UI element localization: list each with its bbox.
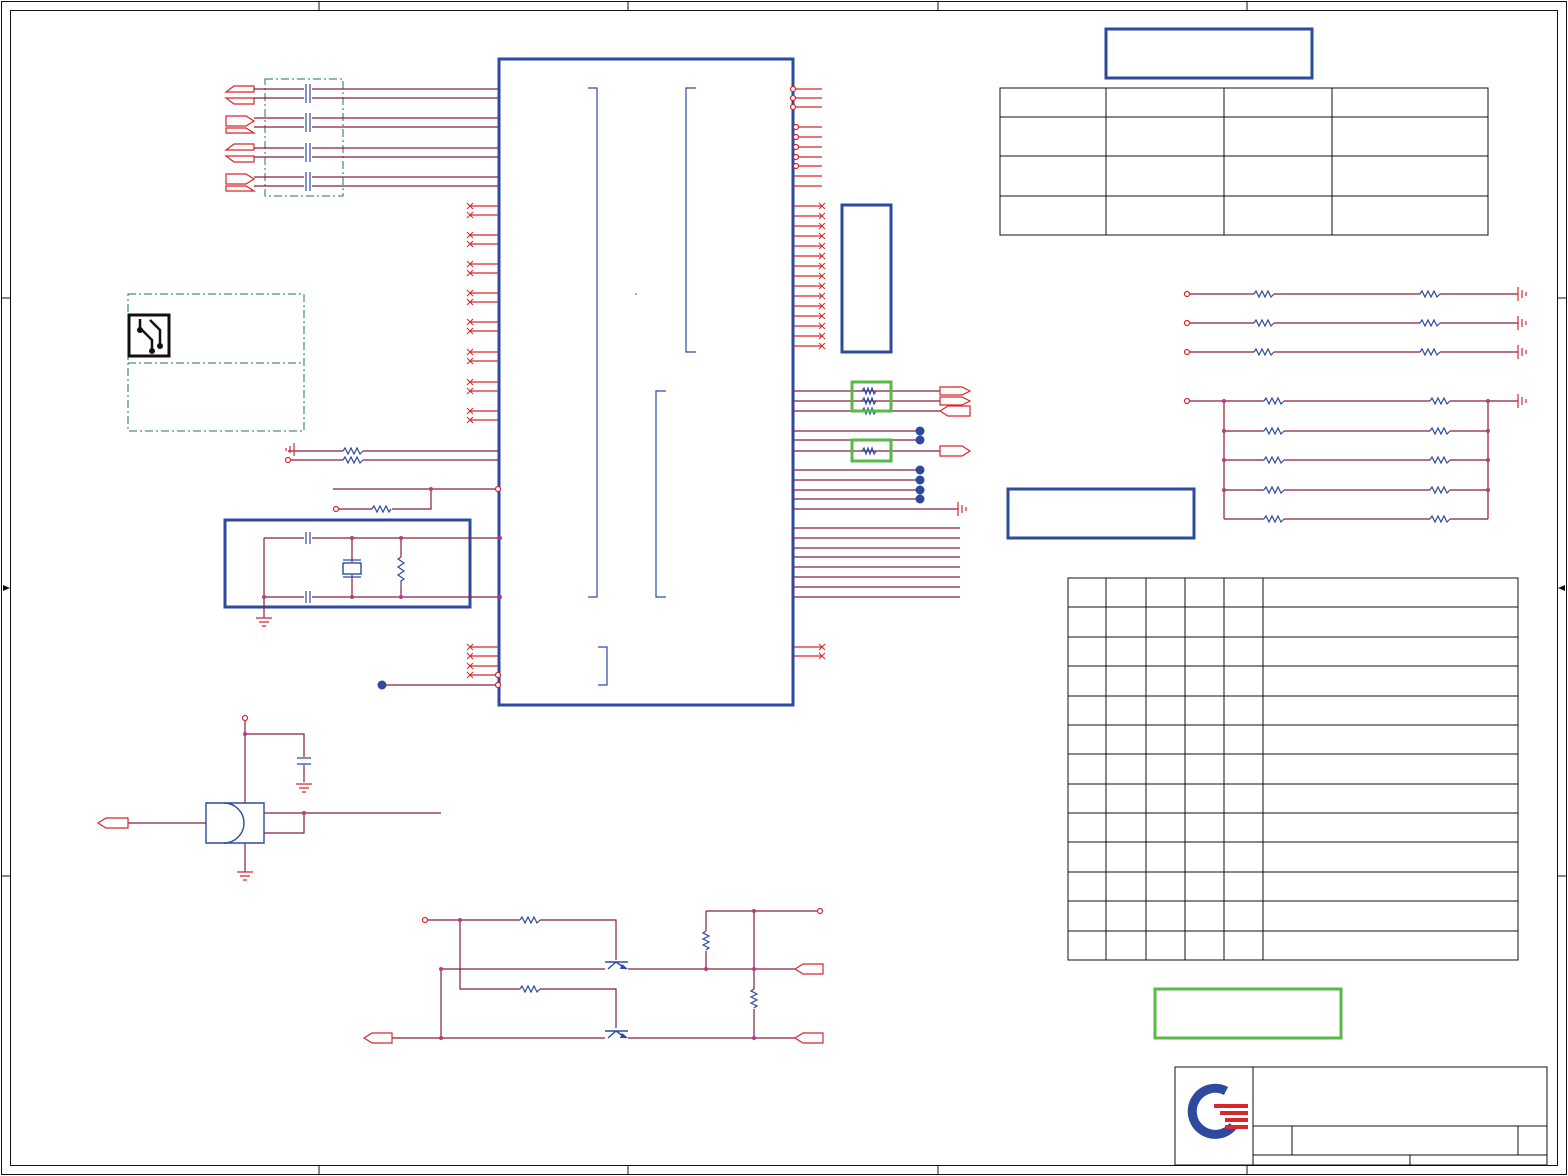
input-flag-2[interactable] bbox=[225, 115, 257, 134]
crystal-block[interactable] bbox=[223, 518, 502, 627]
note-box-mid bbox=[1006, 487, 1196, 540]
test-points[interactable] bbox=[915, 426, 925, 504]
schematic-sheet bbox=[1, 1, 1567, 1175]
coupling-wires bbox=[254, 88, 498, 187]
input-flag-1[interactable] bbox=[224, 85, 255, 105]
input-flag-3[interactable] bbox=[224, 143, 255, 163]
input-flag-4[interactable] bbox=[225, 173, 257, 192]
pcb-trace-icon bbox=[127, 313, 171, 358]
note-box-bottom bbox=[1153, 987, 1343, 1040]
coupling-capacitors bbox=[305, 84, 311, 191]
diff-input-section bbox=[224, 78, 498, 197]
right-mid-signals bbox=[794, 380, 972, 598]
title-block bbox=[1174, 1066, 1548, 1166]
output-flags[interactable] bbox=[938, 386, 972, 457]
left-pull-resistors bbox=[284, 443, 502, 514]
pcb-note-block bbox=[127, 293, 305, 432]
quanta-logo-icon bbox=[1187, 1083, 1248, 1139]
ground-symbol bbox=[957, 502, 967, 516]
transistor-section[interactable] bbox=[362, 907, 824, 1044]
right-top-pins bbox=[789, 85, 826, 660]
left-nc-pins bbox=[466, 202, 498, 679]
highlight-resistor-array[interactable] bbox=[850, 380, 893, 413]
revision-table bbox=[1067, 577, 1519, 961]
main-ic[interactable] bbox=[497, 57, 795, 707]
right-resistor-network bbox=[1183, 287, 1527, 524]
and-gate-section[interactable] bbox=[96, 714, 441, 881]
top-right-table bbox=[999, 27, 1489, 236]
strap-note-box bbox=[840, 203, 893, 354]
